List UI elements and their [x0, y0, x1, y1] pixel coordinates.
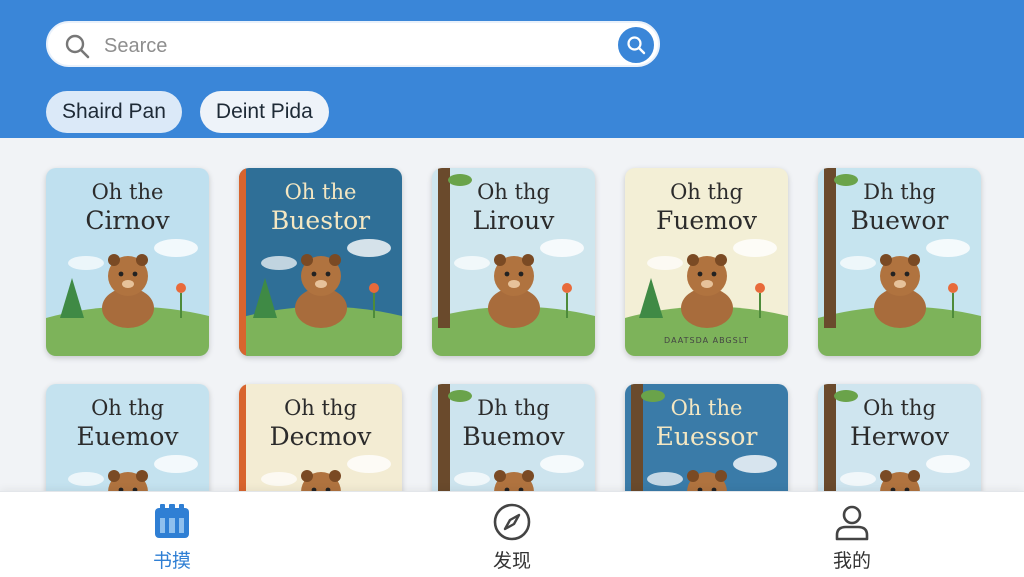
book-card[interactable]: Oh thg Fuemov DAATSDA ABGSLT — [625, 168, 788, 356]
nav-item-discover[interactable]: 发现 — [452, 502, 572, 573]
filter-chips: Shaird Pan Deint Pida — [46, 91, 329, 133]
nav-label: 书摸 — [152, 551, 191, 572]
search-icon — [627, 36, 646, 55]
book-title-line-1: Oh thg — [670, 180, 743, 204]
search-input[interactable] — [102, 31, 596, 61]
book-title-line-1: Oh thg — [863, 396, 936, 420]
book-title-line-2: Lirouv — [472, 206, 555, 235]
book-title-line-1: Oh thg — [91, 396, 164, 420]
book-title-line-2: Buestor — [270, 206, 371, 235]
book-title-line-2: Cirnov — [85, 206, 170, 235]
book-subtitle: DAATSDA ABGSLT — [664, 336, 749, 345]
book-title-line-2: Euemov — [76, 422, 179, 451]
search-button[interactable] — [616, 25, 656, 65]
nav-item-bookshelf[interactable]: 书摸 — [112, 502, 232, 573]
book-card[interactable]: Oh thg Lirouv — [432, 168, 595, 356]
book-title-line-2: Buewor — [850, 206, 949, 235]
nav-label: 我的 — [832, 551, 871, 572]
book-card[interactable]: Dh thg Buewor — [818, 168, 981, 356]
search-bar[interactable] — [46, 21, 660, 67]
book-title-line-1: Dh thg — [863, 180, 936, 204]
nav-item-me[interactable]: 我的 — [792, 502, 912, 573]
search-icon — [65, 34, 90, 59]
book-title-line-2: Decmov — [269, 422, 372, 451]
book-title-line-1: Oh the — [284, 180, 357, 204]
book-title-line-2: Euessor — [655, 422, 758, 451]
bottom-nav: 书摸 发现 我的 — [0, 491, 1024, 577]
book-title-line-2: Buemov — [462, 422, 565, 451]
nav-label: 发现 — [492, 551, 531, 572]
bookshelf-icon — [155, 504, 189, 538]
book-title-line-1: Oh the — [670, 396, 743, 420]
book-title-line-1: Oh the — [91, 180, 164, 204]
book-title-line-1: Dh thg — [477, 396, 550, 420]
user-icon — [835, 505, 869, 541]
book-card[interactable]: Oh the Cirnov — [46, 168, 209, 356]
compass-icon — [493, 503, 531, 541]
filter-chip[interactable]: Shaird Pan — [46, 91, 182, 133]
book-card[interactable]: Oh the Buestor — [239, 168, 402, 356]
book-title-line-1: Oh thg — [284, 396, 357, 420]
filter-chip[interactable]: Deint Pida — [199, 91, 329, 133]
book-title-line-1: Oh thg — [477, 180, 550, 204]
book-title-line-2: Fuemov — [655, 206, 758, 235]
book-title-line-2: Herwov — [849, 422, 950, 451]
header: Shaird Pan Deint Pida — [0, 0, 1024, 138]
